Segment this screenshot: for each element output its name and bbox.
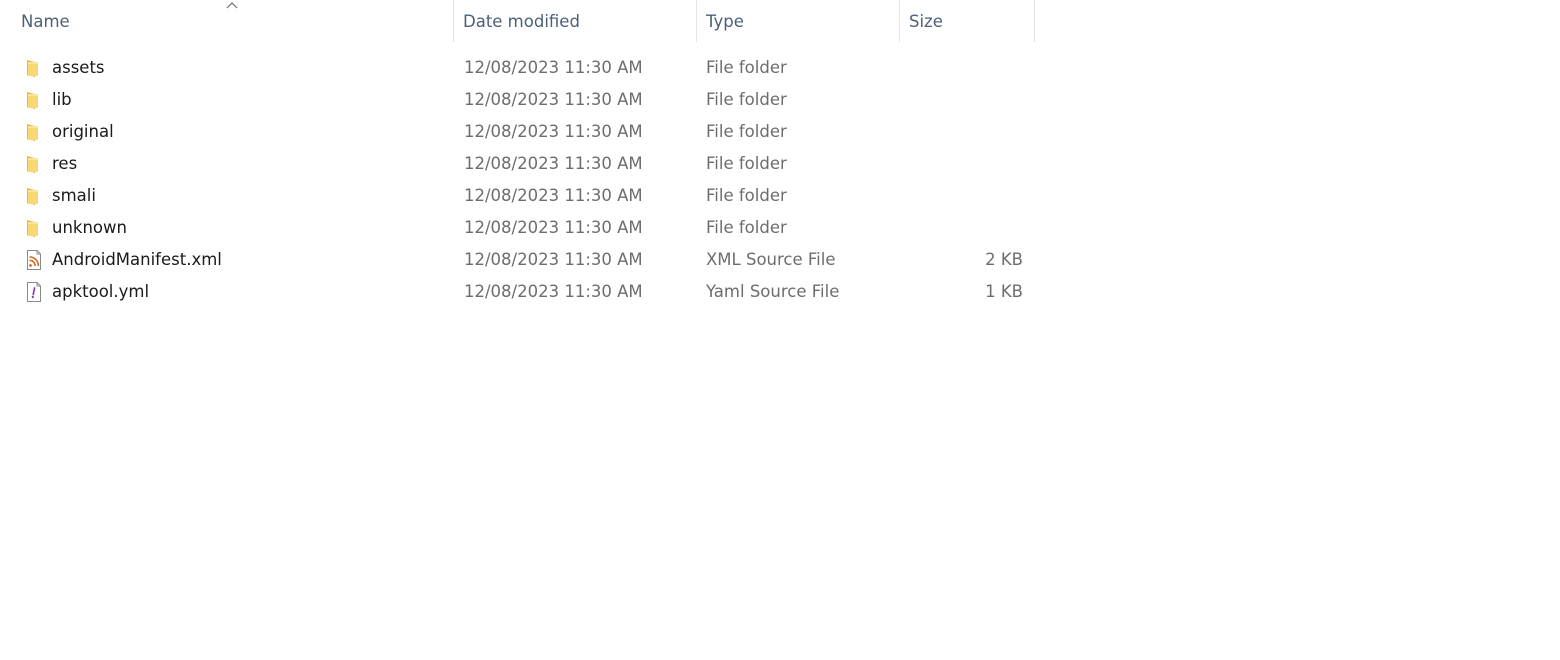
file-size (900, 148, 1023, 180)
file-type: File folder (706, 58, 787, 77)
folder-icon (24, 122, 44, 142)
file-date-modified: 12/08/2023 11:30 AM (464, 218, 643, 237)
file-date-modified: 12/08/2023 11:30 AM (464, 186, 643, 205)
file-row[interactable]: lib 12/08/2023 11:30 AM File folder (0, 84, 1035, 116)
file-name: AndroidManifest.xml (52, 250, 222, 269)
file-date-modified: 12/08/2023 11:30 AM (464, 250, 643, 269)
file-name: res (52, 154, 78, 173)
file-row[interactable]: AndroidManifest.xml 12/08/2023 11:30 AM XM… (0, 244, 1035, 276)
file-size (900, 212, 1023, 244)
file-name: unknown (52, 218, 127, 237)
file-size: 2 KB (985, 250, 1023, 269)
file-size (900, 84, 1023, 116)
yaml-file-icon (24, 282, 44, 302)
file-name: lib (52, 90, 72, 109)
file-name: smali (52, 186, 96, 205)
file-type: Yaml Source File (706, 282, 840, 301)
file-size (900, 116, 1023, 148)
file-type: File folder (706, 154, 787, 173)
file-row[interactable]: unknown 12/08/2023 11:30 AM File folder (0, 212, 1035, 244)
column-header-size[interactable]: Size (900, 0, 1035, 42)
file-date-modified: 12/08/2023 11:30 AM (464, 58, 643, 77)
file-row[interactable]: original 12/08/2023 11:30 AM File folder (0, 116, 1035, 148)
file-date-modified: 12/08/2023 11:30 AM (464, 122, 643, 141)
file-size (900, 52, 1023, 84)
xml-file-icon (24, 250, 44, 270)
file-name: apktool.yml (52, 282, 150, 301)
file-type: File folder (706, 218, 787, 237)
file-size (900, 180, 1023, 212)
column-header-name[interactable]: Name (12, 0, 454, 42)
folder-icon (24, 154, 44, 174)
file-type: File folder (706, 186, 787, 205)
file-row[interactable]: smali 12/08/2023 11:30 AM File folder (0, 180, 1035, 212)
file-row[interactable]: apktool.yml 12/08/2023 11:30 AM Yaml Sourc… (0, 276, 1035, 308)
file-size: 1 KB (985, 282, 1023, 301)
file-type: XML Source File (706, 250, 836, 269)
file-row[interactable]: res 12/08/2023 11:30 AM File folder (0, 148, 1035, 180)
file-name: original (52, 122, 114, 141)
folder-icon (24, 90, 44, 110)
file-row[interactable]: assets 12/08/2023 11:30 AM File folder (0, 52, 1035, 84)
file-date-modified: 12/08/2023 11:30 AM (464, 154, 643, 173)
file-date-modified: 12/08/2023 11:30 AM (464, 282, 643, 301)
file-explorer-details-view: Name Date modified Type Size assets 12/08… (0, 0, 1560, 660)
column-header-date-modified[interactable]: Date modified (454, 0, 697, 42)
file-date-modified: 12/08/2023 11:30 AM (464, 90, 643, 109)
column-header-type[interactable]: Type (697, 0, 900, 42)
file-type: File folder (706, 90, 787, 109)
folder-icon (24, 218, 44, 238)
folder-icon (24, 58, 44, 78)
column-header-bar: Name Date modified Type Size (0, 0, 1035, 44)
file-name: assets (52, 58, 105, 77)
file-type: File folder (706, 122, 787, 141)
folder-icon (24, 186, 44, 206)
file-list: assets 12/08/2023 11:30 AM File folder lib 1… (0, 52, 1035, 308)
